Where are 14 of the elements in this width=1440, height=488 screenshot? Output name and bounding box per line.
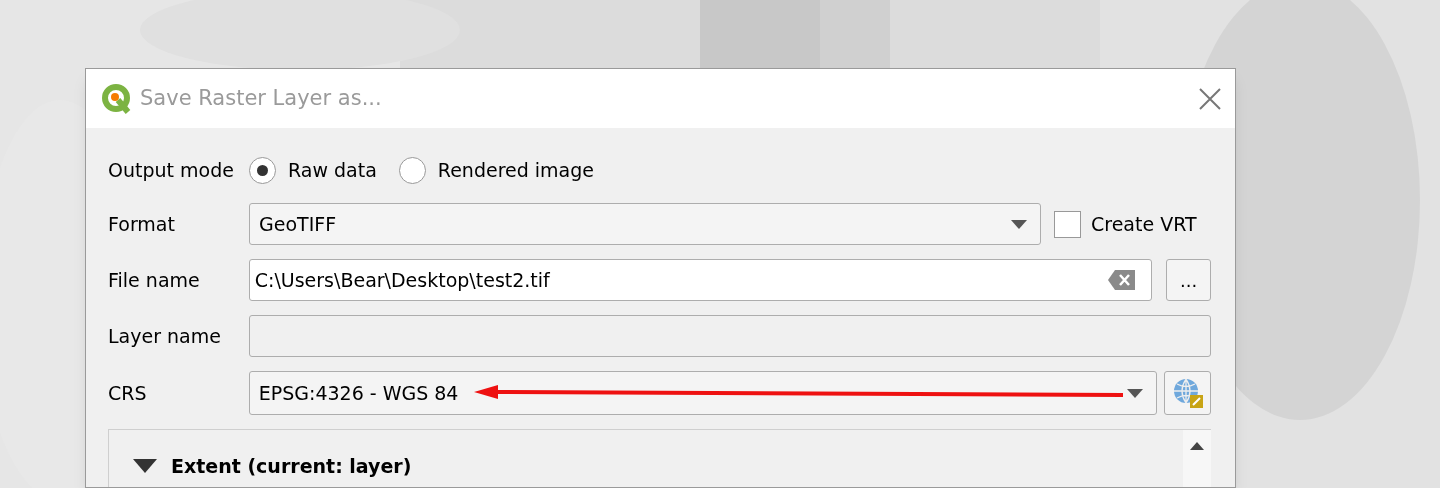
checkbox-label[interactable]: Create VRT (1091, 209, 1197, 239)
field-label: Output mode (108, 157, 235, 183)
field-label: Format (108, 211, 176, 237)
format-dropdown[interactable]: GeoTIFF (249, 203, 1041, 245)
crs-dropdown[interactable]: EPSG:4326 - WGS 84 (248, 371, 1158, 415)
field-label: CRS (108, 380, 148, 406)
file-name-field[interactable]: C:\Users\Bear\Desktop\test2.tif (248, 259, 1153, 301)
window-title: Save Raster Layer as... (140, 84, 382, 112)
group-title[interactable]: Extent (current: layer) (171, 452, 412, 481)
radio-label[interactable]: Rendered image (437, 155, 594, 185)
field-label: Layer name (108, 323, 222, 349)
radio-label[interactable]: Raw data (288, 155, 377, 185)
field-label: File name (108, 267, 201, 293)
browse-button[interactable]: ... (1166, 259, 1211, 301)
